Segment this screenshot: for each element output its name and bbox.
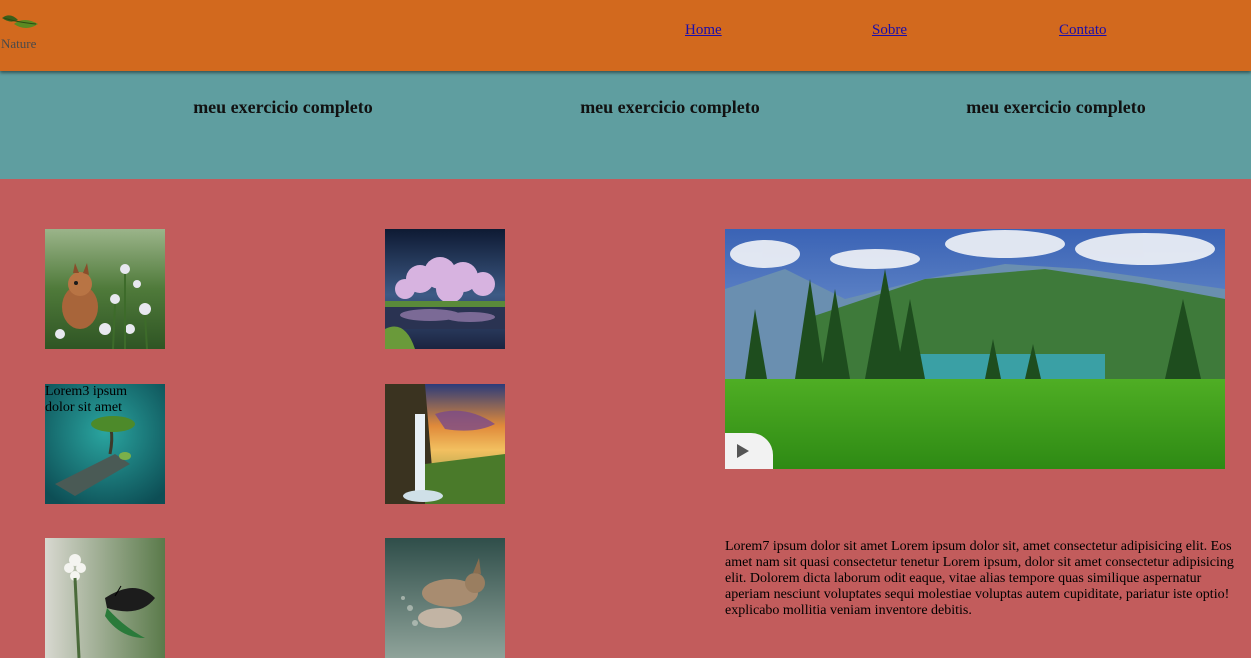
- banner-heading: meu exercicio completo: [193, 97, 373, 117]
- banner-heading: meu exercicio completo: [966, 97, 1146, 117]
- leaf-icon: [2, 15, 38, 28]
- nav-link-sobre[interactable]: Sobre: [872, 22, 907, 39]
- site-logo[interactable]: Nature: [0, 10, 50, 55]
- nav-link-contato[interactable]: Contato: [1059, 22, 1107, 39]
- play-icon: [737, 444, 749, 458]
- article-text: Lorem7 ipsum dolor sit amet Lorem ipsum …: [725, 539, 1234, 618]
- butterfly-image: [45, 538, 165, 658]
- tree-on-rock-image: Lorem3 ipsum dolor sit amet: [45, 384, 165, 504]
- logo-text: Nature: [1, 36, 37, 51]
- waterfall-image: [385, 384, 505, 504]
- banner: meu exercicio completo meu exercicio com…: [0, 71, 1251, 179]
- nav-link-home[interactable]: Home: [685, 22, 722, 39]
- blossom-tree-image: [385, 229, 505, 349]
- play-button[interactable]: [725, 433, 773, 469]
- landscape-video[interactable]: [725, 229, 1225, 469]
- banner-heading: meu exercicio completo: [580, 97, 760, 117]
- site-header: Nature Home Sobre Contato: [0, 0, 1251, 71]
- squirrel-image: [45, 229, 165, 349]
- hares-image: [385, 538, 505, 658]
- image-caption: Lorem3 ipsum dolor sit amet: [45, 384, 128, 415]
